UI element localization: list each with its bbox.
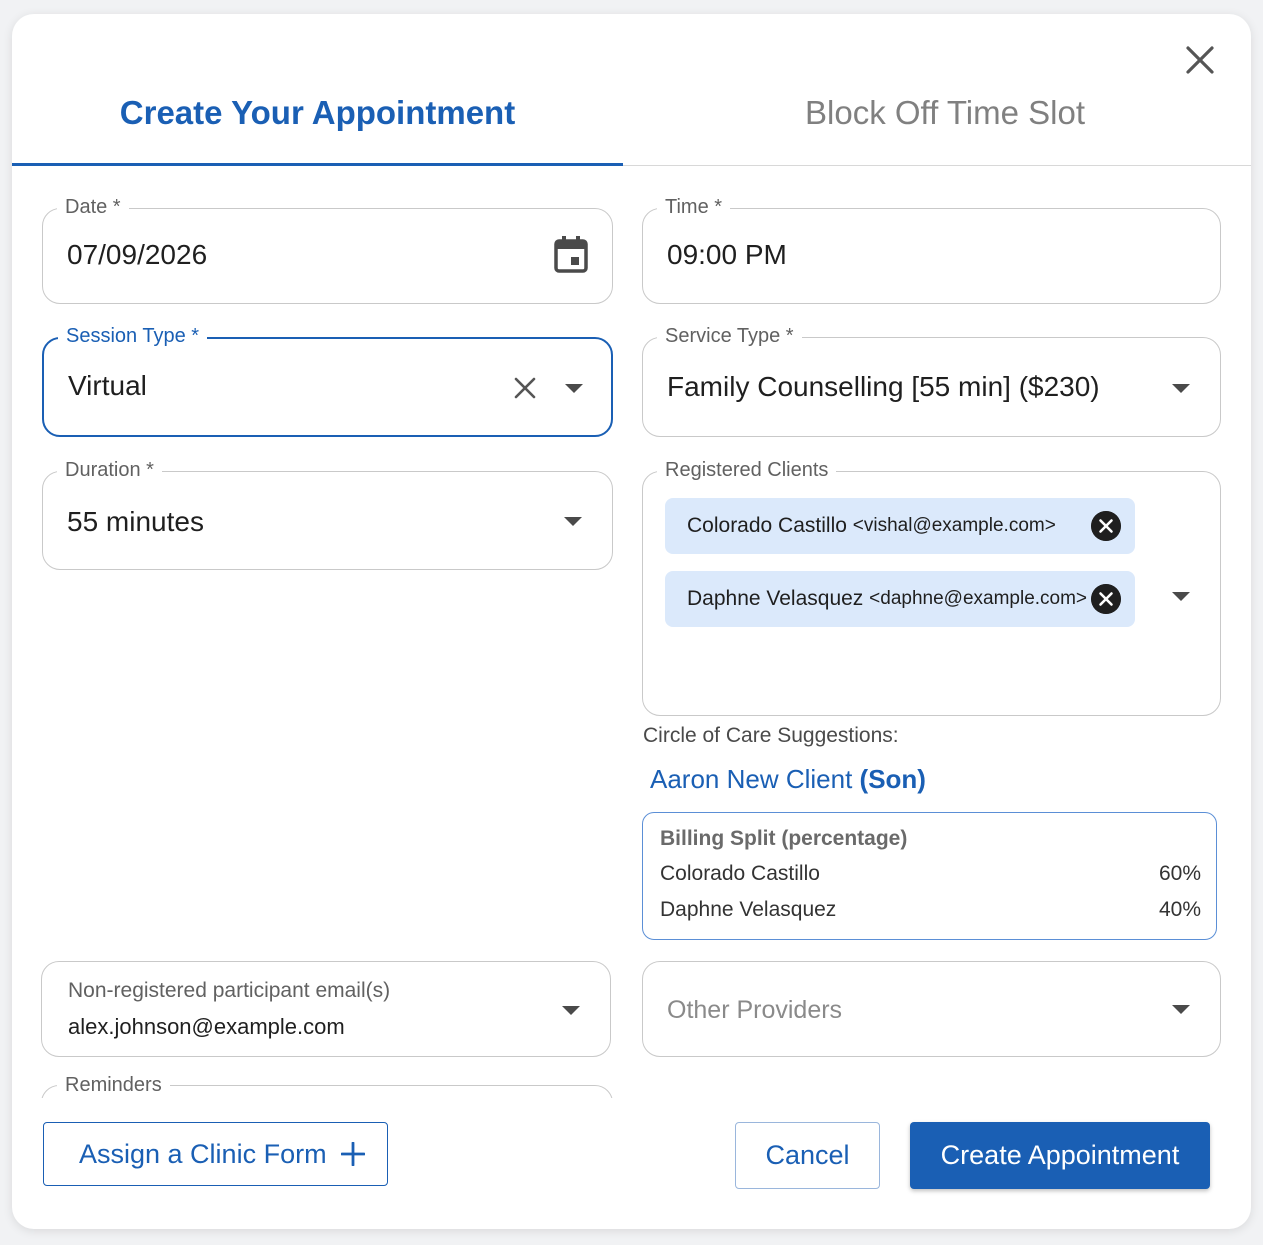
chip-client-email: <daphne@example.com> — [869, 588, 1088, 609]
circle-of-care-suggestion[interactable]: Aaron New Client (Son) — [650, 764, 926, 795]
date-label: Date * — [57, 194, 129, 220]
reminders-label: Reminders — [57, 1072, 170, 1098]
tab-bar: Create Your Appointment Block Off Time S… — [12, 14, 1251, 166]
assign-clinic-form-label: Assign a Clinic Form — [79, 1138, 327, 1169]
session-type-label: Session Type * — [58, 323, 208, 349]
billing-row: Colorado Castillo 60% — [660, 862, 1201, 886]
registered-clients-label: Registered Clients — [657, 457, 837, 483]
chevron-down-icon[interactable] — [1172, 592, 1190, 601]
billing-percent: 60% — [1158, 862, 1201, 885]
tab-block-off-time[interactable]: Block Off Time Slot — [639, 94, 1251, 166]
time-value: 09:00 PM — [667, 239, 787, 270]
date-field[interactable]: Date * 07/09/2026 — [42, 194, 613, 304]
duration-select[interactable]: Duration * 55 minutes — [42, 457, 613, 570]
chevron-down-icon[interactable] — [562, 1006, 580, 1015]
create-appointment-dialog: Create Your Appointment Block Off Time S… — [12, 14, 1251, 1229]
billing-percent: 40% — [1158, 898, 1201, 921]
chevron-down-icon[interactable] — [1172, 384, 1190, 393]
service-type-select[interactable]: Service Type * Family Counselling [55 mi… — [642, 323, 1221, 437]
non-registered-label: Non-registered participant email(s) — [68, 979, 391, 1002]
other-providers-select[interactable]: Other Providers — [642, 961, 1221, 1057]
clear-icon[interactable] — [513, 376, 537, 400]
service-type-value: Family Counselling [55 min] ($230) — [667, 371, 1100, 402]
billing-split-panel: Billing Split (percentage) Colorado Cast… — [642, 812, 1217, 940]
suggestion-name: Aaron New Client — [650, 764, 853, 794]
time-field[interactable]: Time * 09:00 PM — [642, 194, 1221, 304]
tab-block-label: Block Off Time Slot — [805, 94, 1085, 131]
create-appointment-button[interactable]: Create Appointment — [910, 1122, 1210, 1189]
chip-client-email: <vishal@example.com> — [852, 515, 1056, 536]
service-type-label: Service Type * — [657, 323, 802, 349]
tab-create-appointment[interactable]: Create Your Appointment — [12, 94, 623, 166]
chevron-down-icon[interactable] — [564, 517, 582, 526]
create-appointment-label: Create Appointment — [940, 1140, 1180, 1170]
client-chip: Daphne Velasquez <daphne@example.com> — [665, 571, 1135, 627]
reminders-field[interactable]: Reminders — [41, 1072, 613, 1098]
chip-client-name: Daphne Velasquez — [687, 587, 864, 610]
tab-create-label: Create Your Appointment — [119, 94, 516, 131]
calendar-icon[interactable] — [553, 235, 589, 275]
plus-icon — [341, 1142, 365, 1166]
active-tab-indicator — [12, 163, 623, 166]
session-type-select[interactable]: Session Type * Virtual — [42, 323, 613, 437]
billing-client-name: Colorado Castillo — [660, 862, 820, 885]
cancel-button[interactable]: Cancel — [735, 1122, 880, 1189]
chevron-down-icon[interactable] — [565, 384, 583, 393]
date-value: 07/09/2026 — [67, 239, 208, 270]
non-registered-value: alex.johnson@example.com — [68, 1014, 345, 1039]
circle-of-care-label: Circle of Care Suggestions: — [643, 724, 899, 747]
chip-client-name: Colorado Castillo — [687, 514, 847, 537]
client-chip: Colorado Castillo <vishal@example.com> — [665, 498, 1135, 554]
assign-clinic-form-button[interactable]: Assign a Clinic Form — [43, 1122, 388, 1186]
chip-remove-icon[interactable] — [1091, 511, 1121, 541]
billing-row: Daphne Velasquez 40% — [660, 898, 1201, 922]
billing-split-title: Billing Split (percentage) — [660, 827, 908, 850]
registered-clients-select[interactable]: Registered Clients Colorado Castillo <vi… — [642, 457, 1221, 716]
billing-client-name: Daphne Velasquez — [660, 898, 837, 921]
duration-value: 55 minutes — [67, 506, 204, 537]
time-label: Time * — [657, 194, 731, 220]
non-registered-email-select[interactable]: Non-registered participant email(s) alex… — [41, 961, 611, 1057]
suggestion-relation: (Son) — [859, 764, 926, 794]
other-providers-placeholder: Other Providers — [667, 996, 843, 1024]
duration-label: Duration * — [57, 457, 162, 483]
chip-remove-icon[interactable] — [1091, 584, 1121, 614]
cancel-label: Cancel — [765, 1140, 850, 1170]
chevron-down-icon[interactable] — [1172, 1005, 1190, 1014]
session-type-value: Virtual — [68, 370, 147, 401]
